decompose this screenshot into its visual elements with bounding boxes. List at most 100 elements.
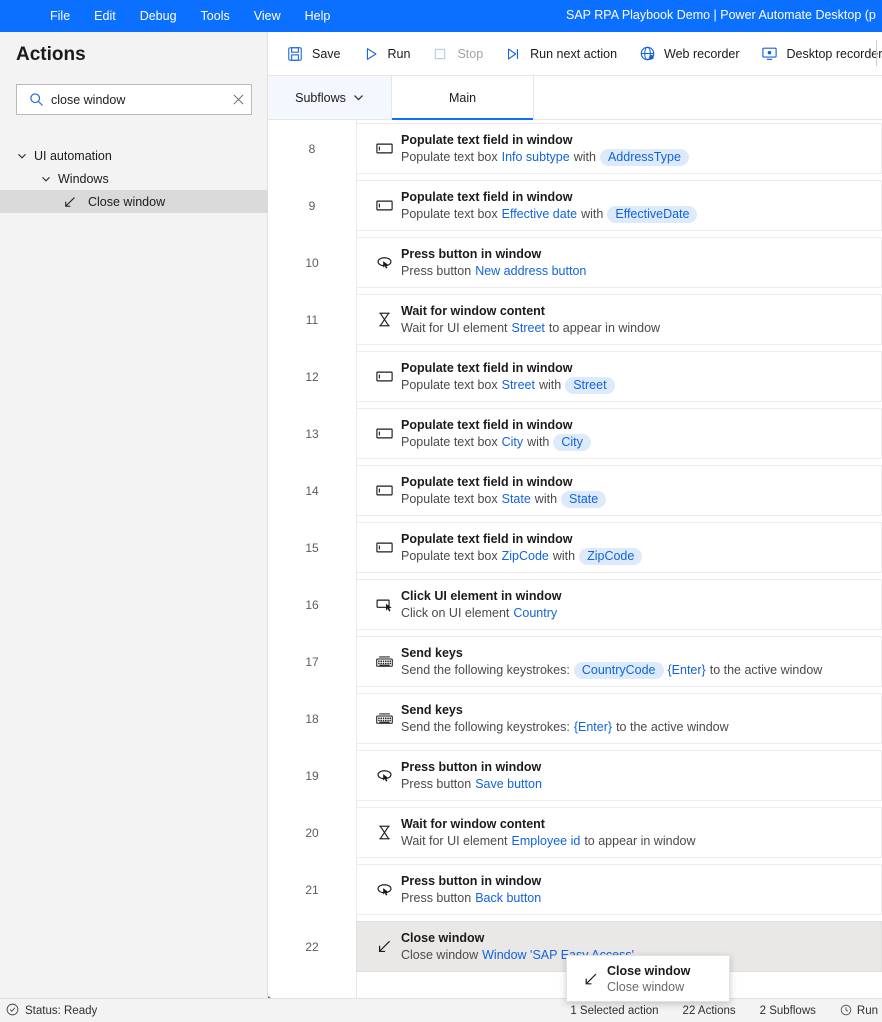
action-card[interactable]: Populate text field in window Populate te… bbox=[356, 123, 882, 174]
drag-preview-title: Close window bbox=[607, 963, 691, 978]
action-title: Close window bbox=[401, 930, 485, 945]
flow-action-row[interactable]: 21 Press button in window Press button Back… bbox=[268, 861, 882, 918]
action-card[interactable]: Press button in window Press button Save b… bbox=[356, 750, 882, 801]
close-icon[interactable] bbox=[225, 93, 251, 106]
action-card[interactable]: Click UI element in window Click on UI el… bbox=[356, 579, 882, 630]
action-param-link[interactable]: Employee id bbox=[512, 833, 581, 850]
actions-search-box[interactable] bbox=[16, 84, 252, 115]
action-static-text: Wait for UI element bbox=[401, 320, 508, 335]
menu-item-tools[interactable]: Tools bbox=[189, 5, 242, 27]
flow-action-row[interactable]: 8 Populate text field in window Populate t… bbox=[268, 120, 882, 177]
action-variable-pill[interactable]: EffectiveDate bbox=[607, 205, 698, 223]
action-card[interactable]: Press button in window Press button Back b… bbox=[356, 864, 882, 915]
action-param-link[interactable]: Effective date bbox=[502, 206, 578, 223]
menu-item-edit[interactable]: Edit bbox=[82, 5, 128, 27]
action-static-text: Close window bbox=[401, 947, 479, 962]
web-recorder-button[interactable]: Web recorder bbox=[628, 39, 749, 69]
menu-item-help[interactable]: Help bbox=[293, 5, 343, 27]
flow-action-row[interactable]: 12 Populate text field in window Populate … bbox=[268, 348, 882, 405]
flow-action-row[interactable]: 20 Wait for window content Wait for UI ele… bbox=[268, 804, 882, 861]
action-param-link[interactable]: ZipCode bbox=[502, 548, 549, 565]
action-variable-pill[interactable]: Street bbox=[565, 376, 615, 394]
action-static-text: to appear in window bbox=[548, 320, 661, 335]
subflows-count: 2 Subflows bbox=[759, 1005, 816, 1017]
flow-action-row[interactable]: 15 Populate text field in window Populate … bbox=[268, 519, 882, 576]
action-title: Send keys bbox=[401, 645, 463, 660]
chevron-down-icon bbox=[38, 174, 54, 184]
save-button[interactable]: Save bbox=[276, 39, 350, 69]
flow-designer-pane: Save Run Stop Run next action Web record… bbox=[268, 32, 882, 998]
action-param-link[interactable]: Country bbox=[513, 605, 557, 622]
menu-item-file[interactable]: File bbox=[38, 5, 82, 27]
menu-item-view[interactable]: View bbox=[242, 5, 293, 27]
action-card[interactable]: Press button in window Press button New ad… bbox=[356, 237, 882, 288]
action-description: Click on UI element Country bbox=[401, 605, 561, 622]
action-card[interactable]: Populate text field in window Populate te… bbox=[356, 180, 882, 231]
hourglass-icon bbox=[367, 306, 401, 334]
action-static-text: Send the following keystrokes: bbox=[401, 662, 570, 677]
row-number: 21 bbox=[305, 882, 319, 897]
flow-action-row[interactable]: 19 Press button in window Press button Save… bbox=[268, 747, 882, 804]
tree-node-ui-automation[interactable]: UI automation bbox=[0, 144, 268, 167]
action-title: Populate text field in window bbox=[401, 132, 573, 147]
flow-action-list[interactable]: 8 Populate text field in window Populate t… bbox=[268, 120, 882, 998]
flow-action-row[interactable]: 18 Send keys Send the following keystrokes… bbox=[268, 690, 882, 747]
action-variable-pill[interactable]: AddressType bbox=[599, 148, 689, 166]
flow-action-row[interactable]: 10 Press button in window Press button New … bbox=[268, 234, 882, 291]
action-param-link[interactable]: Street bbox=[502, 377, 535, 394]
run-button[interactable]: Run bbox=[352, 39, 420, 69]
action-variable-pill[interactable]: State bbox=[561, 490, 607, 508]
tab-subflows[interactable]: Subflows bbox=[268, 76, 392, 119]
action-static-text: Populate text box bbox=[401, 548, 498, 563]
search-input[interactable] bbox=[49, 92, 225, 107]
toolbar-divider bbox=[876, 40, 877, 66]
flow-action-row[interactable]: 16 Click UI element in window Click on UI … bbox=[268, 576, 882, 633]
action-variable-pill[interactable]: CountryCode bbox=[573, 661, 664, 679]
action-param-link[interactable]: Street bbox=[512, 320, 545, 337]
action-card[interactable]: Populate text field in window Populate te… bbox=[356, 408, 882, 459]
step-over-icon bbox=[503, 44, 523, 64]
action-param-link[interactable]: {Enter} bbox=[668, 662, 706, 679]
action-card[interactable]: Send keys Send the following keystrokes: {… bbox=[356, 693, 882, 744]
keyboard-icon bbox=[367, 648, 401, 676]
flow-action-row[interactable]: 17 Send keys Send the following keystrokes… bbox=[268, 633, 882, 690]
tab-main[interactable]: Main bbox=[392, 76, 534, 120]
press-button-icon bbox=[367, 762, 401, 790]
save-icon bbox=[285, 44, 305, 64]
tree-node-close-window[interactable]: Close window bbox=[0, 190, 268, 213]
tree-node-windows[interactable]: Windows bbox=[0, 167, 268, 190]
action-param-link[interactable]: Back button bbox=[475, 890, 541, 907]
textbox-icon bbox=[367, 192, 401, 220]
desktop-recorder-button[interactable]: Desktop recorder bbox=[751, 39, 882, 69]
run-status-label: Run bbox=[856, 1005, 878, 1017]
stop-button[interactable]: Stop bbox=[421, 39, 492, 69]
action-param-link[interactable]: City bbox=[502, 434, 524, 451]
action-card[interactable]: Populate text field in window Populate te… bbox=[356, 465, 882, 516]
flow-action-row[interactable]: 11 Wait for window content Wait for UI ele… bbox=[268, 291, 882, 348]
flow-action-row[interactable]: 14 Populate text field in window Populate … bbox=[268, 462, 882, 519]
action-card[interactable]: Wait for window content Wait for UI eleme… bbox=[356, 807, 882, 858]
action-param-link[interactable]: Save button bbox=[475, 776, 542, 793]
action-variable-pill[interactable]: ZipCode bbox=[579, 547, 643, 565]
action-card[interactable]: Populate text field in window Populate te… bbox=[356, 522, 882, 573]
action-static-text: with bbox=[538, 377, 562, 392]
action-title: Click UI element in window bbox=[401, 588, 562, 603]
run-next-action-button[interactable]: Run next action bbox=[494, 39, 626, 69]
action-variable-pill[interactable]: City bbox=[553, 433, 591, 451]
close-window-icon bbox=[62, 194, 78, 210]
action-param-link[interactable]: {Enter} bbox=[574, 719, 612, 736]
action-static-text: Press button bbox=[401, 776, 472, 791]
row-number: 18 bbox=[305, 711, 319, 726]
action-param-link[interactable]: New address button bbox=[475, 263, 586, 280]
action-card[interactable]: Populate text field in window Populate te… bbox=[356, 351, 882, 402]
action-description: Populate text box City with City bbox=[401, 433, 591, 451]
action-card[interactable]: Wait for window content Wait for UI eleme… bbox=[356, 294, 882, 345]
tree-node-label: UI automation bbox=[34, 148, 112, 163]
flow-action-row[interactable]: 13 Populate text field in window Populate … bbox=[268, 405, 882, 462]
flow-action-row[interactable]: 9 Populate text field in window Populate t… bbox=[268, 177, 882, 234]
action-param-link[interactable]: State bbox=[502, 491, 531, 508]
menu-item-debug[interactable]: Debug bbox=[128, 5, 189, 27]
page-title: Actions bbox=[16, 44, 86, 65]
action-card[interactable]: Send keys Send the following keystrokes: C… bbox=[356, 636, 882, 687]
action-param-link[interactable]: Info subtype bbox=[502, 149, 570, 166]
